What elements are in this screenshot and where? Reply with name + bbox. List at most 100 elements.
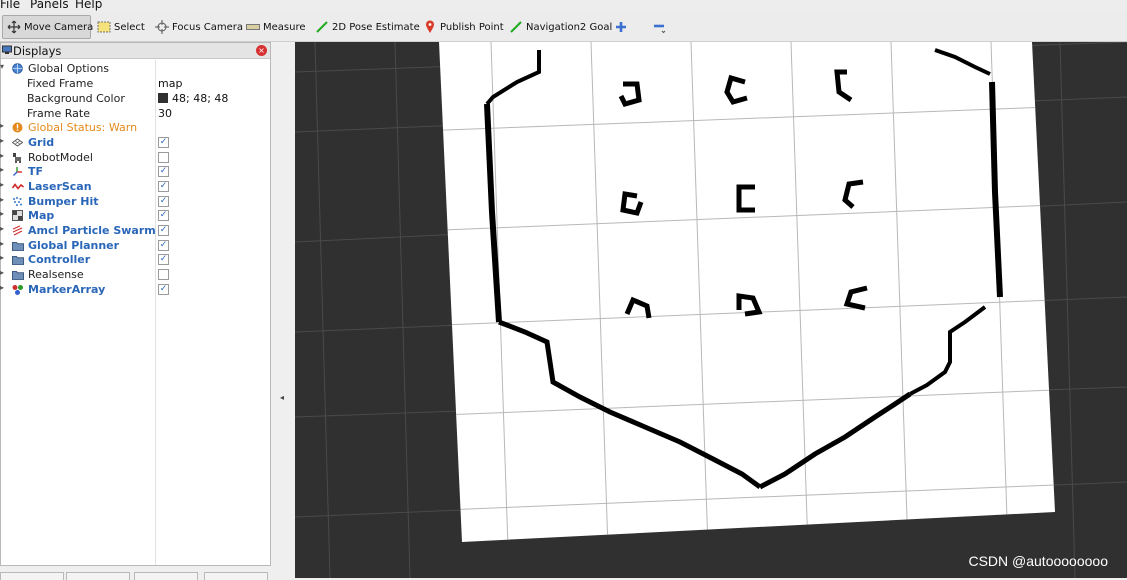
globe-icon — [11, 62, 24, 75]
publish-point-button[interactable]: Publish Point — [419, 15, 508, 39]
measure-label: Measure — [263, 21, 306, 33]
color-swatch — [158, 93, 168, 103]
markerarray-checkbox[interactable]: ✓ — [158, 284, 169, 295]
background-color-row[interactable]: Background Color 48; 48; 48 — [1, 91, 270, 106]
realsense-checkbox[interactable] — [158, 269, 169, 280]
global-planner-checkbox[interactable]: ✓ — [158, 240, 169, 251]
display-item-label: Controller — [28, 253, 91, 266]
expand-right-icon[interactable]: ▸ — [0, 151, 4, 160]
expand-right-icon[interactable]: ▸ — [0, 283, 4, 292]
global-options-row[interactable]: ▾ Global Options — [0, 61, 270, 76]
display-item-bumper-hit[interactable]: ▸ Bumper Hit ✓ — [0, 194, 270, 209]
panel-splitter[interactable] — [271, 42, 295, 578]
laserscan-icon — [11, 180, 24, 193]
expand-right-icon[interactable]: ▸ — [0, 209, 4, 218]
display-item-tf[interactable]: ▸ TF ✓ — [0, 164, 270, 179]
display-item-map[interactable]: ▸ Map ✓ — [0, 208, 270, 223]
tf-checkbox[interactable]: ✓ — [158, 166, 169, 177]
display-item-label: Amcl Particle Swarm — [28, 224, 156, 237]
display-item-realsense[interactable]: ▸ Realsense — [0, 267, 270, 282]
expand-right-icon[interactable]: ▸ — [0, 239, 4, 248]
expand-right-icon[interactable]: ▸ — [0, 224, 4, 233]
grid-checkbox[interactable]: ✓ — [158, 137, 169, 148]
pose-estimate-icon — [315, 20, 329, 34]
display-item-label: Map — [28, 209, 55, 222]
rename-display-button[interactable] — [204, 572, 268, 580]
display-item-label: TF — [28, 165, 44, 178]
displays-panel-title: Displays — [13, 44, 62, 58]
fixed-frame-value[interactable]: map — [158, 76, 182, 91]
display-item-label: RobotModel — [28, 151, 93, 164]
grid-icon — [11, 136, 24, 149]
amcl-particle-swarm-checkbox[interactable]: ✓ — [158, 225, 169, 236]
monitor-icon — [2, 45, 12, 58]
move-camera-label: Move Camera — [24, 21, 94, 33]
display-item-controller[interactable]: ▸ Controller ✓ — [0, 252, 270, 267]
global-status-row[interactable]: ▸ Global Status: Warn — [0, 120, 270, 135]
map-icon — [11, 209, 24, 222]
folder-icon — [11, 268, 24, 281]
background-color-value[interactable]: 48; 48; 48 — [158, 91, 228, 106]
select-icon — [97, 20, 111, 34]
display-item-label: Global Planner — [28, 239, 120, 252]
display-item-label: LaserScan — [28, 180, 92, 193]
display-item-markerarray[interactable]: ▸ MarkerArray ✓ — [0, 282, 270, 297]
expand-right-icon[interactable]: ▸ — [0, 180, 4, 189]
display-item-label: Realsense — [28, 268, 84, 281]
nav-goal-icon — [509, 20, 523, 34]
map-checkbox[interactable]: ✓ — [158, 210, 169, 221]
display-item-amcl-particle-swarm[interactable]: ▸ Amcl Particle Swarm ✓ — [0, 223, 270, 238]
global-options-label: Global Options — [28, 62, 110, 75]
render-view[interactable]: CSDN @autoooooooo — [295, 42, 1127, 578]
select-label: Select — [114, 21, 145, 33]
expand-right-icon[interactable]: ▸ — [0, 253, 4, 262]
remove-tool-button[interactable] — [648, 15, 670, 39]
remove-tool-icon — [652, 20, 666, 34]
focus-camera-label: Focus Camera — [172, 21, 243, 33]
expand-right-icon[interactable]: ▸ — [0, 268, 4, 277]
menu-help[interactable]: Help — [75, 0, 102, 11]
robotmodel-checkbox[interactable] — [158, 152, 169, 163]
expand-right-icon[interactable]: ▸ — [0, 195, 4, 204]
fixed-frame-row[interactable]: Fixed Frame map — [1, 76, 270, 91]
expand-down-icon[interactable]: ▾ — [0, 62, 4, 71]
display-item-global-planner[interactable]: ▸ Global Planner ✓ — [0, 238, 270, 253]
collapse-arrow-icon[interactable]: ◂ — [280, 393, 284, 402]
menu-file[interactable]: File — [0, 0, 20, 11]
close-panel-icon[interactable]: × — [256, 45, 267, 56]
toolbar: Move Camera Select Focus Camera Measure … — [0, 12, 1127, 42]
measure-icon — [246, 20, 260, 34]
menu-bar: File Panels Help — [0, 0, 1127, 12]
focus-camera-button[interactable]: Focus Camera — [151, 15, 247, 39]
display-item-laserscan[interactable]: ▸ LaserScan ✓ — [0, 179, 270, 194]
remove-display-button[interactable] — [134, 572, 198, 580]
global-status-label: Global Status: Warn — [28, 121, 138, 134]
frame-rate-row[interactable]: Frame Rate 30 — [1, 106, 270, 121]
expand-right-icon[interactable]: ▸ — [0, 121, 4, 130]
fixed-frame-label: Fixed Frame — [27, 77, 94, 90]
measure-button[interactable]: Measure — [242, 15, 310, 39]
select-button[interactable]: Select — [93, 15, 149, 39]
bumper-hit-checkbox[interactable]: ✓ — [158, 196, 169, 207]
expand-right-icon[interactable]: ▸ — [0, 165, 4, 174]
add-tool-button[interactable] — [610, 15, 632, 39]
controller-checkbox[interactable]: ✓ — [158, 254, 169, 265]
move-camera-button[interactable]: Move Camera — [2, 15, 94, 39]
add-display-button[interactable] — [0, 572, 64, 580]
displays-panel-header: Displays × — [1, 43, 270, 59]
nav-goal-button[interactable]: Navigation2 Goal — [505, 15, 616, 39]
map-free-area — [439, 42, 1055, 542]
pose-estimate-label: 2D Pose Estimate — [332, 21, 420, 33]
laserscan-checkbox[interactable]: ✓ — [158, 181, 169, 192]
menu-panels[interactable]: Panels — [30, 0, 69, 11]
display-item-grid[interactable]: ▸ Grid ✓ — [0, 135, 270, 150]
frame-rate-value[interactable]: 30 — [158, 106, 172, 121]
display-item-label: MarkerArray — [28, 283, 106, 296]
publish-point-icon — [423, 20, 437, 34]
pose-estimate-button[interactable]: 2D Pose Estimate — [311, 15, 424, 39]
expand-right-icon[interactable]: ▸ — [0, 136, 4, 145]
robot-icon — [11, 151, 24, 164]
publish-point-label: Publish Point — [440, 21, 504, 33]
display-item-robotmodel[interactable]: ▸ RobotModel — [0, 150, 270, 165]
duplicate-display-button[interactable] — [66, 572, 130, 580]
